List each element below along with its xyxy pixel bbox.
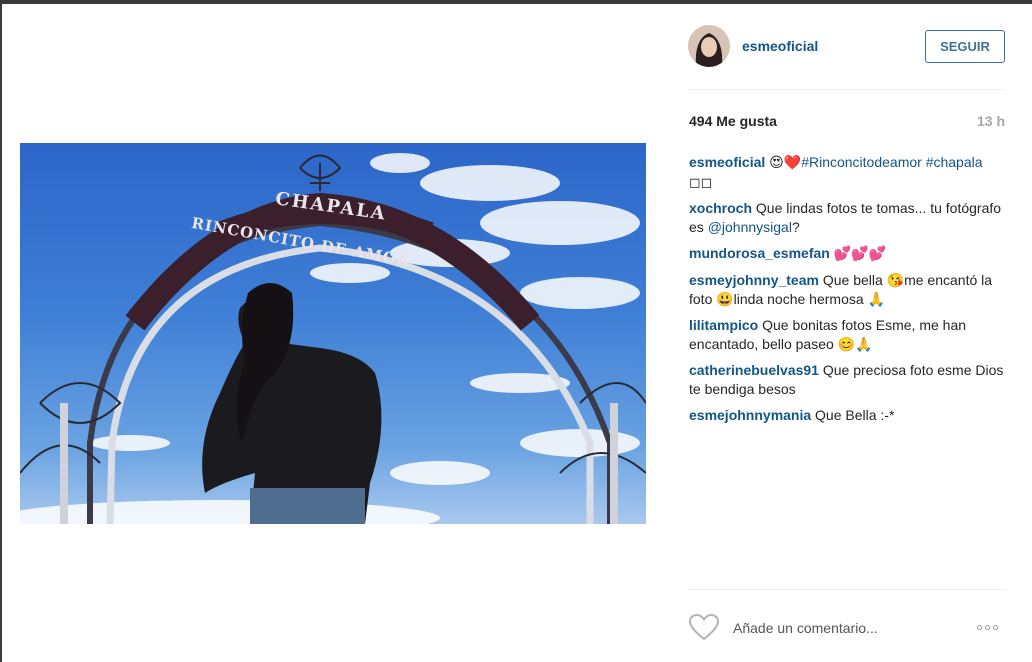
comment-mention[interactable]: @johnnysigal — [708, 219, 792, 235]
window-top-border — [0, 0, 1032, 4]
post-photo[interactable]: CHAPALA RINCONCITO DE AMOR — [20, 143, 646, 524]
follow-button[interactable]: SEGUIR — [925, 30, 1005, 63]
likes-label: Me gusta — [716, 113, 777, 129]
add-comment-input[interactable] — [731, 614, 965, 642]
post-author-username[interactable]: esmeoficial — [742, 38, 818, 54]
more-options-icon[interactable] — [977, 620, 1007, 634]
comment-username[interactable]: esmejohnnymania — [689, 407, 811, 423]
footer-divider — [688, 589, 1005, 590]
comment-username[interactable]: xochroch — [689, 200, 752, 216]
comment-text: 💕💕💕 — [833, 246, 887, 262]
list-item: esmeyjohnny_team Que bella 😘me encantó l… — [689, 271, 1007, 309]
dot — [993, 624, 998, 630]
list-item: esmejohnnymania Que Bella :-* — [689, 406, 1007, 425]
caption-emoji: 😍❤️ — [769, 155, 802, 171]
comment-text-after: ? — [791, 219, 800, 235]
comment-username[interactable]: catherinebuelvas91 — [689, 362, 819, 378]
likes-count[interactable]: 494 Me gusta — [689, 113, 777, 129]
avatar[interactable] — [688, 25, 730, 67]
list-item: lilitampico Que bonitas fotos Esme, me h… — [689, 316, 1007, 354]
avatar-image — [688, 25, 730, 67]
comment-username[interactable]: mundorosa_esmefan — [689, 245, 830, 261]
dot — [977, 624, 982, 630]
caption: esmeoficial 😍❤️#Rinconcitodeamor #chapal… — [689, 153, 1007, 192]
header-divider — [688, 89, 1005, 90]
likes-number: 494 — [689, 113, 713, 129]
like-button[interactable] — [688, 613, 720, 641]
list-item: catherinebuelvas91 Que preciosa foto esm… — [689, 361, 1007, 399]
list-item: mundorosa_esmefan 💕💕💕 — [689, 244, 1007, 264]
comments-list: esmeoficial 😍❤️#Rinconcitodeamor #chapal… — [689, 153, 1007, 432]
comment-username[interactable]: lilitampico — [689, 317, 758, 333]
caption-hashtags[interactable]: #Rinconcitodeamor #chapala — [801, 154, 982, 170]
post-timestamp[interactable]: 13 h — [977, 113, 1005, 129]
list-item: xochroch Que lindas fotos te tomas... tu… — [689, 199, 1007, 237]
dot — [985, 624, 990, 630]
caption-username[interactable]: esmeoficial — [689, 154, 765, 170]
comment-text: Que Bella :-* — [815, 407, 895, 423]
caption-trailing-glyphs: ◻◻ — [689, 174, 713, 190]
comment-username[interactable]: esmeyjohnny_team — [689, 272, 819, 288]
heart-outline-icon — [688, 613, 720, 641]
window-left-border — [0, 0, 2, 662]
